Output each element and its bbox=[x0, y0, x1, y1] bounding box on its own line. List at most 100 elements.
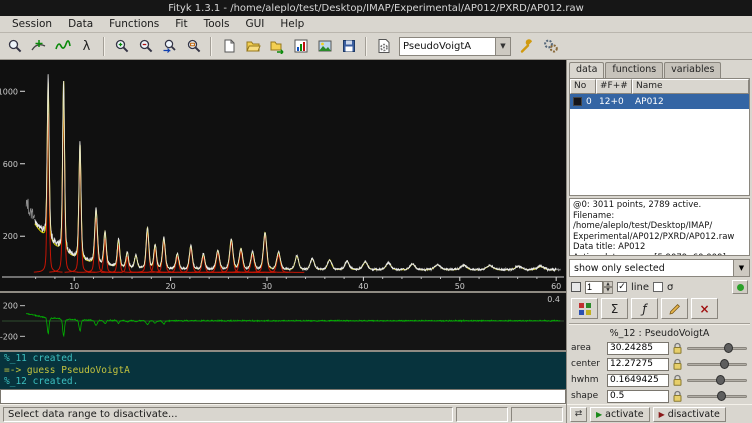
tab-functions[interactable]: functions bbox=[605, 62, 663, 78]
lock-icon[interactable] bbox=[672, 342, 683, 355]
zoom-all-button[interactable] bbox=[182, 35, 205, 58]
point-size-spinner[interactable]: ▲▼ bbox=[585, 281, 613, 294]
data-buttons-row: Σ ƒ × bbox=[567, 296, 752, 322]
param-value-input[interactable] bbox=[607, 358, 669, 371]
sigma-checkbox[interactable] bbox=[653, 282, 663, 292]
point-color-swatch[interactable] bbox=[571, 282, 581, 292]
param-value-input[interactable] bbox=[607, 342, 669, 355]
menu-functions[interactable]: Functions bbox=[101, 17, 167, 32]
line-checkbox[interactable]: ✓ bbox=[617, 282, 627, 292]
toolbar-separator bbox=[103, 37, 105, 56]
save-image-icon bbox=[317, 38, 333, 54]
data-range-mode-icon bbox=[31, 38, 47, 54]
param-slider[interactable] bbox=[686, 342, 748, 355]
point-size-input[interactable] bbox=[585, 281, 603, 294]
slider-thumb[interactable] bbox=[716, 375, 725, 385]
menu-data[interactable]: Data bbox=[60, 17, 101, 32]
spinner-arrows[interactable]: ▲▼ bbox=[603, 281, 613, 294]
data-range-mode-button[interactable] bbox=[27, 35, 50, 58]
chart-button[interactable] bbox=[289, 35, 312, 58]
param-value-input[interactable] bbox=[607, 390, 669, 403]
tab-data[interactable]: data bbox=[569, 62, 604, 78]
lock-icon[interactable] bbox=[672, 358, 683, 371]
swap-range-button[interactable]: ⇄ bbox=[570, 407, 587, 422]
column-f[interactable]: #F+# bbox=[596, 79, 632, 94]
point-color-button[interactable] bbox=[732, 280, 748, 294]
open-file-button[interactable] bbox=[241, 35, 264, 58]
add-vline-mode-button[interactable]: λ bbox=[75, 35, 98, 58]
menu-tools[interactable]: Tools bbox=[196, 17, 238, 32]
zoom-prev-icon bbox=[162, 38, 178, 54]
menu-session[interactable]: Session bbox=[4, 17, 60, 32]
menu-help[interactable]: Help bbox=[272, 17, 312, 32]
save-image-button[interactable] bbox=[313, 35, 336, 58]
filter-value: show only selected bbox=[570, 260, 733, 276]
run-script-icon bbox=[376, 38, 392, 54]
spin-down-icon[interactable]: ▼ bbox=[603, 287, 613, 294]
tab-variables[interactable]: variables bbox=[664, 62, 721, 78]
param-slider[interactable] bbox=[686, 358, 748, 371]
sigma-label: σ bbox=[667, 282, 673, 293]
delete-button[interactable]: × bbox=[691, 298, 718, 319]
edit-button[interactable] bbox=[661, 298, 688, 319]
svg-text:40: 40 bbox=[358, 282, 368, 291]
slider-thumb[interactable] bbox=[720, 359, 729, 369]
plot-column: 1020304050602006001000 200-200 0.4 %_11 … bbox=[0, 60, 566, 423]
sum-button[interactable]: Σ bbox=[601, 298, 628, 319]
zoom-in-icon bbox=[114, 38, 130, 54]
lock-icon[interactable] bbox=[672, 374, 683, 387]
menu-gui[interactable]: GUI bbox=[237, 17, 272, 32]
tools-icon bbox=[519, 38, 535, 54]
statusbar: Select data range to disactivate... bbox=[0, 404, 566, 423]
activate-button[interactable]: ▶ activate bbox=[590, 407, 650, 422]
zoom-in-button[interactable] bbox=[110, 35, 133, 58]
save-session-button[interactable] bbox=[337, 35, 360, 58]
console-line: %_12 created. bbox=[4, 376, 562, 388]
separator bbox=[569, 323, 750, 325]
dataset-row[interactable]: 0 12+0 AP012 bbox=[570, 94, 749, 109]
param-row-hwhm: hwhm bbox=[567, 372, 752, 388]
grid-icon bbox=[578, 302, 592, 316]
dataset-no: 0 bbox=[586, 97, 599, 107]
green-dot-icon bbox=[737, 284, 744, 291]
function-button[interactable]: ƒ bbox=[631, 298, 658, 319]
param-value-input[interactable] bbox=[607, 374, 669, 387]
command-input[interactable] bbox=[0, 389, 566, 404]
activate-row: ⇄ ▶ activate ▶ disactivate bbox=[567, 404, 752, 423]
zoom-prev-button[interactable] bbox=[158, 35, 181, 58]
status-cell-coords bbox=[456, 407, 508, 422]
lock-icon[interactable] bbox=[672, 390, 683, 403]
slider-thumb[interactable] bbox=[724, 343, 733, 353]
export-button[interactable] bbox=[265, 35, 288, 58]
disactivate-button[interactable]: ▶ disactivate bbox=[653, 407, 726, 422]
param-slider[interactable] bbox=[686, 390, 748, 403]
function-icon: ƒ bbox=[642, 302, 646, 316]
zoom-out-button[interactable] bbox=[134, 35, 157, 58]
aux-plot[interactable]: 200-200 bbox=[0, 293, 566, 350]
param-slider[interactable] bbox=[686, 374, 748, 387]
console-output[interactable]: %_11 created. =-> guess PseudoVoigtA %_1… bbox=[0, 352, 566, 389]
console-line: =-> guess PseudoVoigtA bbox=[4, 365, 562, 377]
slider-thumb[interactable] bbox=[717, 391, 726, 401]
dataset-checkbox[interactable] bbox=[573, 97, 582, 106]
column-no[interactable]: No bbox=[570, 79, 596, 94]
grid-button[interactable] bbox=[571, 298, 598, 319]
function-header: %_12 : PseudoVoigtA bbox=[567, 326, 752, 340]
disactivate-icon: ▶ bbox=[659, 410, 665, 419]
run-script-button[interactable] bbox=[372, 35, 395, 58]
zoom-normal-button[interactable] bbox=[3, 35, 26, 58]
main-plot[interactable]: 1020304050602006001000 bbox=[0, 60, 566, 291]
function-type-select[interactable]: PseudoVoigtA ▼ bbox=[399, 37, 511, 56]
filter-dropdown[interactable]: show only selected ▼ bbox=[569, 259, 750, 277]
tools-button[interactable] bbox=[515, 35, 538, 58]
svg-text:200: 200 bbox=[3, 302, 18, 311]
new-file-button[interactable] bbox=[217, 35, 240, 58]
column-name[interactable]: Name bbox=[632, 79, 749, 94]
add-peak-mode-button[interactable] bbox=[51, 35, 74, 58]
window-titlebar[interactable]: Fityk 1.3.1 - /home/aleplo/test/Desktop/… bbox=[0, 0, 752, 16]
settings-button[interactable] bbox=[539, 35, 562, 58]
open-file-icon bbox=[245, 38, 261, 54]
dataset-list[interactable]: No #F+# Name 0 12+0 AP012 bbox=[569, 78, 750, 196]
menu-fit[interactable]: Fit bbox=[167, 17, 195, 32]
chart-icon bbox=[293, 38, 309, 54]
